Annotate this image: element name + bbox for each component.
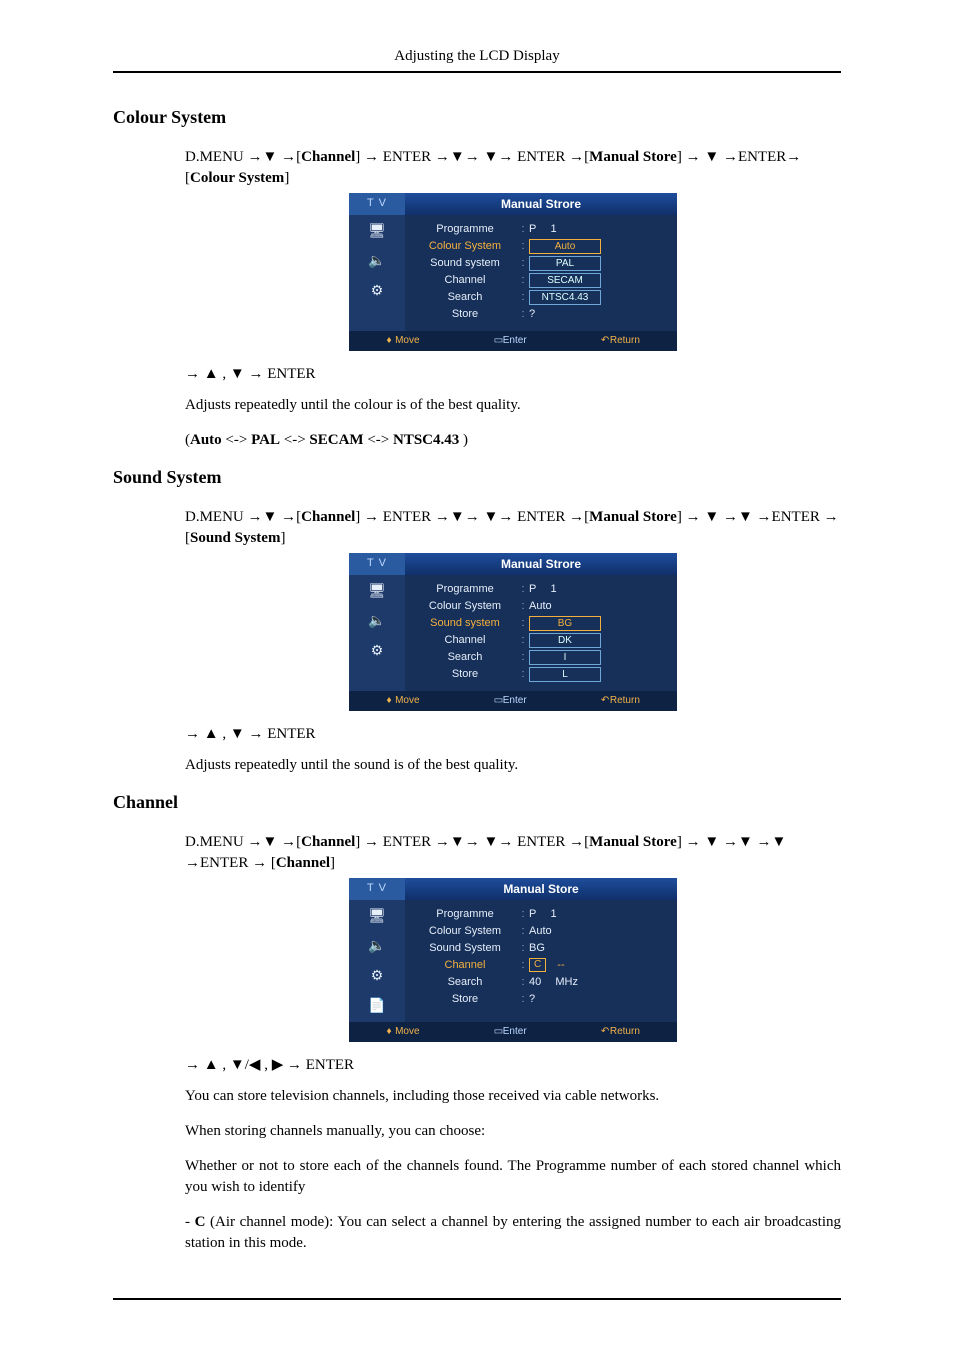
heading-sound-system: Sound System	[113, 467, 841, 488]
top-rule	[113, 71, 841, 73]
osd-footer: ♦Move ▭Enter ↶Return	[349, 691, 677, 711]
left-arrow-icon: ◀	[249, 1056, 261, 1073]
running-head: Adjusting the LCD Display	[113, 48, 841, 65]
osd-tv-label: T V	[349, 878, 405, 900]
bottom-rule	[113, 1298, 841, 1300]
osd-footer: ♦Move ▭Enter ↶Return	[349, 331, 677, 351]
osd-sidebar: 🖥 🔈 ⚙	[349, 215, 405, 331]
options-line: (Auto <-> PAL <-> SECAM <-> NTSC4.43 )	[185, 430, 841, 451]
down-arrow-icon: ▼	[230, 1056, 245, 1073]
channel-para-1: You can store television channels, inclu…	[185, 1086, 841, 1107]
heading-colour-system: Colour System	[113, 107, 841, 128]
desc-colour-system: Adjusts repeatedly until the colour is o…	[185, 395, 841, 416]
osd-title: Manual Strore	[405, 193, 677, 215]
down-arrow-icon: ▼	[483, 833, 498, 850]
monitor-icon: 🖥	[365, 221, 389, 241]
gear-icon: ⚙	[365, 966, 389, 986]
channel-para-4: - C (Air channel mode): You can select a…	[185, 1212, 841, 1254]
gear-icon: ⚙	[365, 641, 389, 661]
page-icon: 📄	[365, 996, 389, 1016]
down-arrow-icon: ▼	[263, 508, 278, 525]
down-arrow-icon: ▼	[704, 833, 719, 850]
heading-channel: Channel	[113, 792, 841, 813]
down-arrow-icon: ▼	[483, 148, 498, 165]
channel-para-2: When storing channels manually, you can …	[185, 1121, 841, 1142]
speaker-icon: 🔈	[365, 936, 389, 956]
down-arrow-icon: ▼	[483, 508, 498, 525]
osd-tv-label: T V	[349, 553, 405, 575]
right-arrow-icon: ▶	[272, 1056, 284, 1073]
down-arrow-icon: ▼	[450, 508, 465, 525]
osd-screenshot-sound-system: T V Manual Strore 🖥 🔈 ⚙ Programme:P 1 Co…	[349, 553, 677, 711]
down-arrow-icon: ▼	[704, 148, 719, 165]
up-arrow-icon: ▲	[204, 1056, 219, 1073]
down-arrow-icon: ▼	[263, 833, 278, 850]
down-arrow-icon: ▼	[738, 508, 753, 525]
down-arrow-icon: ▼	[263, 148, 278, 165]
osd-footer: ♦Move ▭Enter ↶Return	[349, 1022, 677, 1042]
down-arrow-icon: ▼	[230, 725, 245, 742]
speaker-icon: 🔈	[365, 611, 389, 631]
down-arrow-icon: ▼	[450, 148, 465, 165]
up-arrow-icon: ▲	[204, 365, 219, 382]
channel-para-3: Whether or not to store each of the chan…	[185, 1156, 841, 1198]
up-arrow-icon: ▲	[204, 725, 219, 742]
nav-sequence-sound-system: D.MENU →▼ →[Channel] → ENTER →▼→ ▼→ ENTE…	[185, 506, 841, 549]
speaker-icon: 🔈	[365, 251, 389, 271]
osd-screenshot-colour-system: T V Manual Strore 🖥 🔈 ⚙ Programme:P 1 Co…	[349, 193, 677, 351]
nav-keys-line: → ▲ , ▼ → ENTER	[185, 723, 841, 745]
down-arrow-icon: ▼	[704, 508, 719, 525]
osd-title: Manual Store	[405, 878, 677, 900]
osd-tv-label: T V	[349, 193, 405, 215]
down-arrow-icon: ▼	[772, 833, 787, 850]
osd-title: Manual Strore	[405, 553, 677, 575]
desc-sound-system: Adjusts repeatedly until the sound is of…	[185, 755, 841, 776]
nav-keys-line: → ▲ , ▼/◀ , ▶ → ENTER	[185, 1054, 841, 1076]
gear-icon: ⚙	[365, 281, 389, 301]
nav-sequence-colour-system: D.MENU →▼ →[Channel] → ENTER →▼→ ▼→ ENTE…	[185, 146, 841, 189]
nav-keys-line: → ▲ , ▼ → ENTER	[185, 363, 841, 385]
down-arrow-icon: ▼	[230, 365, 245, 382]
monitor-icon: 🖥	[365, 581, 389, 601]
osd-screenshot-channel: T V Manual Store 🖥 🔈 ⚙ 📄 Programme:P 1 C…	[349, 878, 677, 1042]
down-arrow-icon: ▼	[450, 833, 465, 850]
nav-sequence-channel: D.MENU →▼ →[Channel] → ENTER →▼→ ▼→ ENTE…	[185, 831, 841, 874]
osd-sidebar: 🖥 🔈 ⚙	[349, 575, 405, 691]
osd-sidebar: 🖥 🔈 ⚙ 📄	[349, 900, 405, 1022]
down-arrow-icon: ▼	[738, 833, 753, 850]
monitor-icon: 🖥	[365, 906, 389, 926]
